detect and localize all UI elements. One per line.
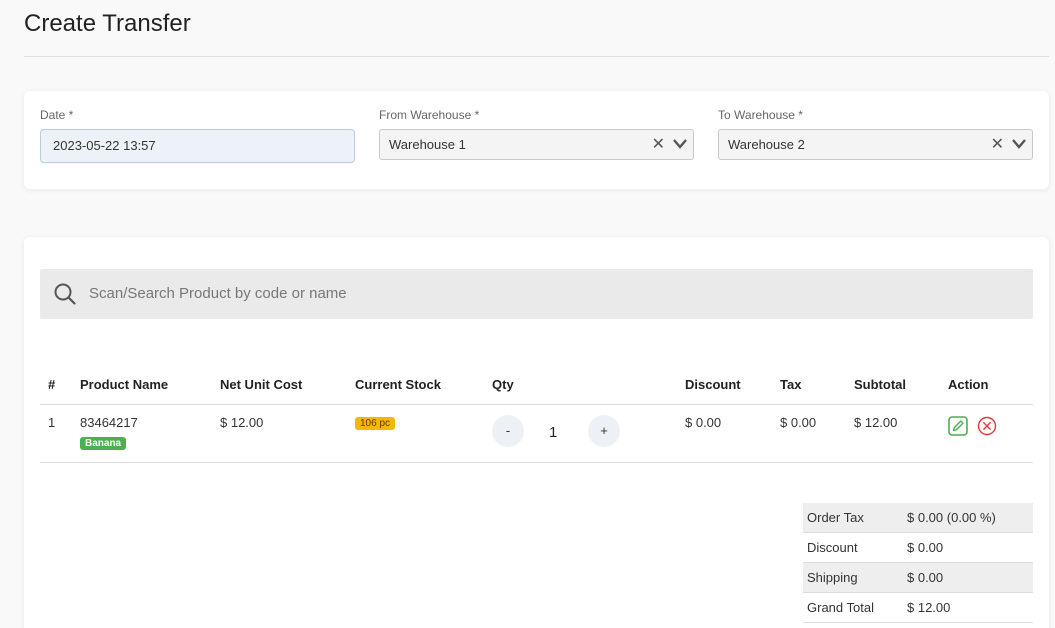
- edit-icon[interactable]: [948, 416, 968, 436]
- clear-icon[interactable]: ✕: [652, 130, 665, 159]
- product-name-badge: Banana: [80, 437, 127, 450]
- row-subtotal: $ 12.00: [854, 415, 898, 430]
- title-divider: [24, 56, 1049, 57]
- from-warehouse-select[interactable]: Warehouse 1 ✕: [379, 129, 694, 160]
- col-discount: Discount: [685, 377, 741, 392]
- product-search-input[interactable]: Scan/Search Product by code or name: [40, 269, 1033, 319]
- to-warehouse-value: Warehouse 2: [728, 137, 805, 152]
- summary-label: Order Tax: [807, 510, 864, 525]
- page-title: Create Transfer: [24, 10, 191, 37]
- col-qty: Qty: [492, 377, 514, 392]
- net-unit-cost: $ 12.00: [220, 415, 264, 430]
- col-net-unit-cost: Net Unit Cost: [220, 377, 303, 392]
- to-warehouse-label: To Warehouse *: [718, 108, 803, 122]
- col-index: #: [48, 377, 56, 392]
- summary-value: $ 0.00 (0.00 %): [907, 510, 996, 525]
- table-row: 1 83464217 Banana $ 12.00 106 pc - 1 + $…: [40, 405, 1033, 463]
- order-summary: Order Tax $ 0.00 (0.00 %) Discount $ 0.0…: [803, 503, 1033, 623]
- date-label: Date *: [40, 108, 74, 122]
- chevron-down-icon[interactable]: [673, 139, 687, 149]
- summary-grand-total: Grand Total $ 12.00: [803, 593, 1033, 623]
- summary-label: Grand Total: [807, 600, 874, 615]
- table-header: # Product Name Net Unit Cost Current Sto…: [40, 373, 1033, 405]
- col-subtotal: Subtotal: [854, 377, 906, 392]
- qty-value[interactable]: 1: [549, 424, 557, 441]
- col-action: Action: [948, 377, 989, 392]
- clear-icon[interactable]: ✕: [991, 130, 1004, 159]
- summary-discount: Discount $ 0.00: [803, 533, 1033, 563]
- product-code: 83464217: [80, 415, 138, 430]
- summary-label: Discount: [807, 540, 858, 555]
- summary-order-tax: Order Tax $ 0.00 (0.00 %): [803, 503, 1033, 533]
- row-index: 1: [48, 415, 56, 430]
- products-card: Scan/Search Product by code or name # Pr…: [24, 237, 1049, 628]
- transfer-form-card: Date * 2023-05-22 13:57 From Warehouse *…: [24, 91, 1049, 189]
- stock-badge: 106 pc: [355, 417, 396, 430]
- search-icon: [54, 283, 76, 305]
- date-input[interactable]: 2023-05-22 13:57: [40, 129, 355, 163]
- from-warehouse-label: From Warehouse *: [379, 108, 480, 122]
- summary-value: $ 12.00: [907, 600, 951, 615]
- to-warehouse-select[interactable]: Warehouse 2 ✕: [718, 129, 1033, 160]
- summary-value: $ 0.00: [907, 540, 944, 555]
- row-tax: $ 0.00: [780, 415, 817, 430]
- qty-decrement-button[interactable]: -: [492, 415, 524, 447]
- summary-label: Shipping: [807, 570, 858, 585]
- row-discount: $ 0.00: [685, 415, 722, 430]
- col-product-name: Product Name: [80, 377, 169, 392]
- qty-increment-button[interactable]: +: [588, 415, 620, 447]
- col-tax: Tax: [780, 377, 802, 392]
- summary-shipping: Shipping $ 0.00: [803, 563, 1033, 593]
- from-warehouse-value: Warehouse 1: [389, 137, 466, 152]
- delete-icon[interactable]: [977, 416, 997, 436]
- chevron-down-icon[interactable]: [1012, 139, 1026, 149]
- col-current-stock: Current Stock: [355, 377, 441, 392]
- summary-value: $ 0.00: [907, 570, 944, 585]
- search-placeholder: Scan/Search Product by code or name: [89, 285, 347, 302]
